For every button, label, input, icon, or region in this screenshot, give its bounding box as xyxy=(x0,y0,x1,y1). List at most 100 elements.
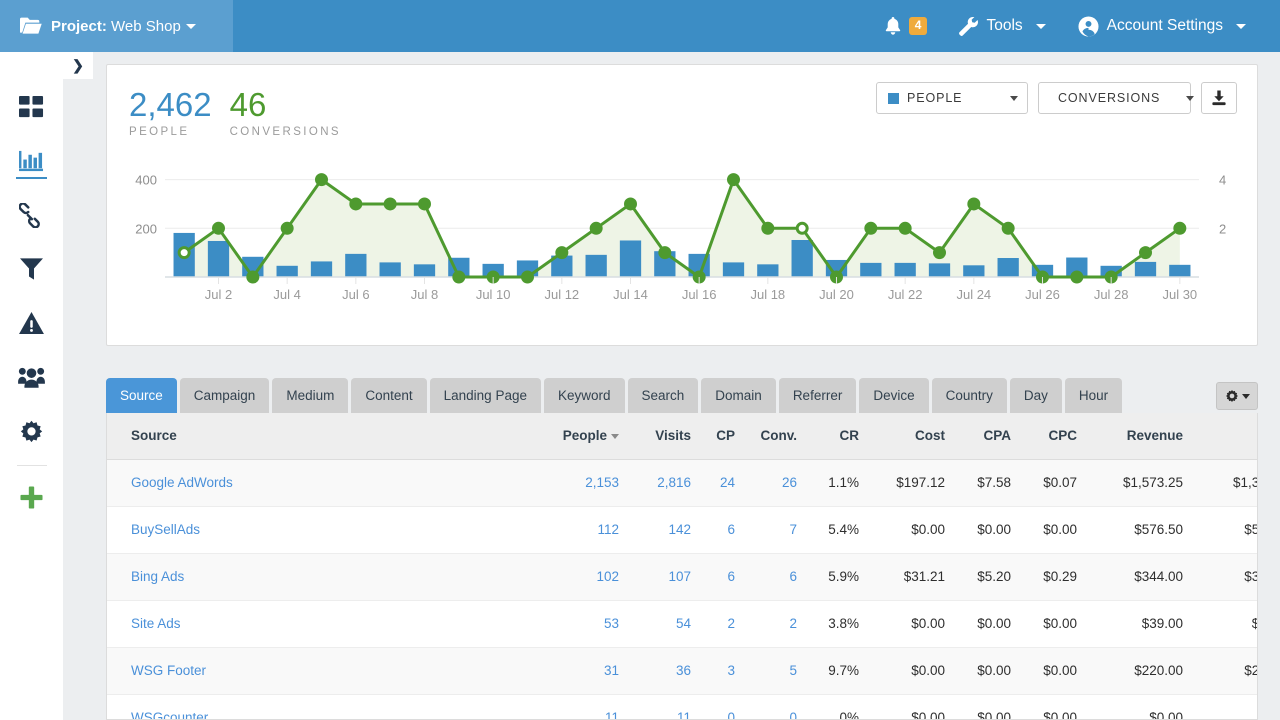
conversions-point[interactable] xyxy=(969,199,979,209)
conversions-point[interactable] xyxy=(935,248,945,258)
tab-campaign[interactable]: Campaign xyxy=(180,378,270,413)
conversions-point[interactable] xyxy=(1003,223,1013,233)
cell-cp[interactable]: 6 xyxy=(705,506,749,553)
chart-bar[interactable] xyxy=(929,263,950,277)
tab-search[interactable]: Search xyxy=(628,378,699,413)
chart-bar[interactable] xyxy=(998,258,1019,277)
column-header-people[interactable]: People xyxy=(557,413,633,459)
tools-menu[interactable]: Tools xyxy=(943,0,1061,52)
column-header-cpa[interactable]: CPA xyxy=(959,413,1025,459)
chart-bar[interactable] xyxy=(620,240,641,277)
source-link[interactable]: BuySellAds xyxy=(131,522,200,537)
chart-bar[interactable] xyxy=(860,263,881,277)
conversions-point[interactable] xyxy=(900,223,910,233)
tab-content[interactable]: Content xyxy=(351,378,426,413)
chart-bar[interactable] xyxy=(277,266,298,277)
cell-visits[interactable]: 54 xyxy=(633,600,705,647)
chart-bar[interactable] xyxy=(345,254,366,277)
conversions-point[interactable] xyxy=(626,199,636,209)
cell-people[interactable]: 53 xyxy=(557,600,633,647)
sidebar-item-add[interactable] xyxy=(0,470,63,524)
tab-medium[interactable]: Medium xyxy=(272,378,348,413)
column-header-source[interactable]: Source xyxy=(107,413,557,459)
column-header-cr[interactable]: CR xyxy=(811,413,873,459)
conversions-point[interactable] xyxy=(179,248,189,258)
tab-domain[interactable]: Domain xyxy=(701,378,776,413)
cell-cp[interactable]: 2 xyxy=(705,600,749,647)
table-options-button[interactable] xyxy=(1216,382,1258,410)
cell-visits[interactable]: 142 xyxy=(633,506,705,553)
conversions-point[interactable] xyxy=(1072,272,1082,282)
sidebar-item-visitors[interactable] xyxy=(0,350,63,404)
chart-bar[interactable] xyxy=(723,262,744,277)
metric-select-conversions[interactable]: CONVERSIONS xyxy=(1038,82,1191,114)
column-header-conv[interactable]: Conv. xyxy=(749,413,811,459)
chart-bar[interactable] xyxy=(414,264,435,277)
chart-bar[interactable] xyxy=(792,240,813,277)
chart-bar[interactable] xyxy=(895,263,916,277)
conversions-point[interactable] xyxy=(214,223,224,233)
column-header-visits[interactable]: Visits xyxy=(633,413,705,459)
cell-visits[interactable]: 36 xyxy=(633,647,705,694)
table-row[interactable]: WSG Footer3136359.7%$0.00$0.00$0.00$220.… xyxy=(107,647,1258,694)
source-link[interactable]: WSGcounter xyxy=(131,710,208,720)
sidebar-item-dashboard[interactable] xyxy=(0,80,63,134)
column-header-cp[interactable]: CP xyxy=(705,413,749,459)
sidebar-item-settings[interactable] xyxy=(0,404,63,458)
account-settings-menu[interactable]: Account Settings xyxy=(1062,0,1262,52)
tab-day[interactable]: Day xyxy=(1010,378,1062,413)
conversions-point[interactable] xyxy=(1175,223,1185,233)
chart-bar[interactable] xyxy=(1169,265,1190,277)
chart-bar[interactable] xyxy=(208,241,229,277)
sidebar-item-funnels[interactable] xyxy=(0,242,63,296)
cell-conv[interactable]: 0 xyxy=(749,694,811,720)
download-button[interactable] xyxy=(1201,82,1237,114)
chart-bar[interactable] xyxy=(963,265,984,277)
conversions-point[interactable] xyxy=(591,223,601,233)
cell-conv[interactable]: 5 xyxy=(749,647,811,694)
cell-source[interactable]: Google AdWords xyxy=(107,459,557,506)
conversions-point[interactable] xyxy=(797,223,807,233)
cell-cp[interactable]: 0 xyxy=(705,694,749,720)
chart-bar[interactable] xyxy=(757,264,778,277)
cell-conv[interactable]: 26 xyxy=(749,459,811,506)
cell-people[interactable]: 31 xyxy=(557,647,633,694)
conversions-point[interactable] xyxy=(1141,248,1151,258)
conversions-point[interactable] xyxy=(420,199,430,209)
chart-bar[interactable] xyxy=(380,262,401,277)
source-link[interactable]: Site Ads xyxy=(131,616,181,631)
table-row[interactable]: Google AdWords2,1532,81624261.1%$197.12$… xyxy=(107,459,1258,506)
table-row[interactable]: WSGcounter1111000%$0.00$0.00$0.00$0.00$0… xyxy=(107,694,1258,720)
cell-source[interactable]: WSGcounter xyxy=(107,694,557,720)
conversions-point[interactable] xyxy=(557,248,567,258)
cell-people[interactable]: 102 xyxy=(557,553,633,600)
cell-people[interactable]: 2,153 xyxy=(557,459,633,506)
sidebar-item-links[interactable] xyxy=(0,188,63,242)
conversions-point[interactable] xyxy=(282,223,292,233)
table-row[interactable]: Site Ads5354223.8%$0.00$0.00$0.00$39.00$… xyxy=(107,600,1258,647)
conversions-point[interactable] xyxy=(351,199,361,209)
cell-visits[interactable]: 2,816 xyxy=(633,459,705,506)
tab-hour[interactable]: Hour xyxy=(1065,378,1122,413)
cell-conv[interactable]: 2 xyxy=(749,600,811,647)
conversions-point[interactable] xyxy=(866,223,876,233)
table-row[interactable]: BuySellAds112142675.4%$0.00$0.00$0.00$57… xyxy=(107,506,1258,553)
chart-bar[interactable] xyxy=(311,261,332,277)
project-selector[interactable]: Project: Web Shop xyxy=(0,0,233,52)
table-row[interactable]: Bing Ads102107665.9%$31.21$5.20$0.29$344… xyxy=(107,553,1258,600)
column-header-cpc[interactable]: CPC xyxy=(1025,413,1091,459)
conversions-point[interactable] xyxy=(763,223,773,233)
conversions-point[interactable] xyxy=(729,175,739,185)
conversions-point[interactable] xyxy=(523,272,533,282)
cell-source[interactable]: WSG Footer xyxy=(107,647,557,694)
cell-source[interactable]: BuySellAds xyxy=(107,506,557,553)
cell-people[interactable]: 11 xyxy=(557,694,633,720)
sidebar-expand-toggle[interactable]: ❯ xyxy=(63,52,93,79)
cell-cp[interactable]: 3 xyxy=(705,647,749,694)
tab-country[interactable]: Country xyxy=(932,378,1007,413)
chart-bar[interactable] xyxy=(586,255,607,277)
cell-source[interactable]: Bing Ads xyxy=(107,553,557,600)
tab-source[interactable]: Source xyxy=(106,378,177,413)
cell-conv[interactable]: 6 xyxy=(749,553,811,600)
tab-device[interactable]: Device xyxy=(859,378,928,413)
